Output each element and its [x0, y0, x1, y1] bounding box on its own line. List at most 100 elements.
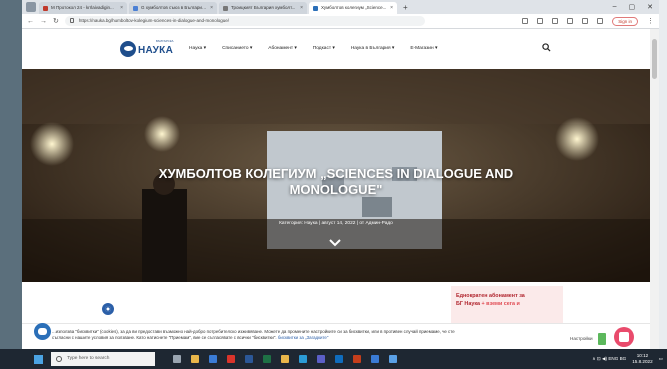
tab-strip: M Протокол 24 - krrlaivadigin... × G хумбо… — [39, 2, 399, 14]
tab-title: Троицкият България хумболт... — [231, 5, 296, 10]
share-icon[interactable] — [522, 18, 529, 24]
menu-item[interactable]: Е-Магазин ▾ — [410, 46, 437, 51]
page-scrollbar[interactable] — [650, 29, 659, 349]
puzzle-icon[interactable] — [567, 18, 574, 24]
taskbar-clock[interactable]: 10:12 15.8.2022 — [632, 353, 652, 365]
system-tray: ∧ ⊡ ◀) ENG BG 10:12 15.8.2022 ▭ — [592, 353, 663, 365]
edge-icon[interactable] — [299, 355, 307, 363]
article-category[interactable]: Категория: Наука — [279, 221, 317, 226]
tab-favicon-icon — [43, 5, 48, 11]
screen: M Протокол 24 - krrlaivadigin... × G хумбо… — [0, 0, 667, 369]
tab-close-icon[interactable]: × — [120, 2, 123, 14]
window-controls: – ▢ ✕ — [607, 3, 659, 14]
browser-tab[interactable]: Хумболтов колегиум „Science... × — [309, 2, 397, 14]
photos-icon[interactable] — [371, 355, 379, 363]
cookie-banner: ...използва "бисквитки" (cookies), за да… — [22, 323, 650, 349]
tab-title: G хумболтов съюз в България - С... — [141, 5, 208, 10]
powerpoint-icon[interactable] — [353, 355, 361, 363]
menu-item[interactable]: Наука ▾ — [189, 46, 206, 51]
taskbar-search-field[interactable]: Type here to search — [51, 352, 155, 366]
subscription-line2: БГ Наука + вземи сега и — [456, 300, 558, 308]
window-menu-icon[interactable] — [26, 2, 36, 12]
close-window-button[interactable]: ✕ — [647, 3, 653, 11]
extension-icon[interactable] — [552, 18, 559, 24]
onedrive-icon[interactable] — [389, 355, 397, 363]
article-title-line1: ХУМБОЛТОВ КОЛЕГИУМ „SCIENCES IN DIALOGUE… — [158, 166, 514, 181]
logo-subtitle: БЪЛГАРСКА — [156, 39, 174, 43]
article-date: | август 14, 2022 — [318, 221, 356, 226]
task-view-icon[interactable] — [173, 355, 181, 363]
logo-text: НАУКА — [138, 45, 174, 56]
minimize-button[interactable]: – — [613, 3, 617, 11]
chat-icon[interactable] — [34, 323, 51, 340]
tab-title: M Протокол 24 - krrlaivadigin... — [51, 5, 114, 10]
sidebar-icon[interactable] — [582, 18, 589, 24]
forward-icon[interactable]: → — [40, 18, 47, 25]
author-badge-icon — [102, 303, 114, 315]
cookie-message: ...използва "бисквитки" (cookies), за да… — [52, 329, 455, 340]
cookie-link[interactable]: бисквитки за „Загадките" — [278, 335, 329, 340]
article-meta: Категория: Наука | август 14, 2022 | от … — [22, 221, 650, 226]
tab-close-icon[interactable]: × — [210, 2, 213, 14]
browser-tab-bar: M Протокол 24 - krrlaivadigin... × G хумбо… — [22, 0, 659, 14]
acrobat-icon[interactable] — [227, 355, 235, 363]
tab-favicon-icon — [133, 5, 138, 11]
mail-icon[interactable] — [209, 355, 217, 363]
tray-icons[interactable]: ∧ ⊡ ◀) ENG BG — [592, 356, 626, 362]
tab-title: Хумболтов колегиум „Science... — [321, 5, 387, 10]
clock-date: 15.8.2022 — [632, 359, 653, 364]
tab-favicon-icon — [313, 5, 318, 11]
url-field[interactable]: https://nauka.bg/humboltov-kolegium-scie… — [64, 16, 425, 26]
subscription-accent: + вземи сега и — [481, 301, 520, 307]
article-title-line2: MONOLOGUE" — [289, 182, 383, 197]
search-icon[interactable] — [542, 43, 551, 52]
site-header: БЪЛГАРСКА НАУКА Наука ▾ Списанието ▾ Абона… — [22, 29, 650, 69]
browser-menu-icon[interactable]: ⋮ — [647, 17, 654, 25]
menu-item[interactable]: Подкаст ▾ — [313, 46, 335, 51]
taskbar-apps — [173, 355, 397, 363]
download-icon[interactable] — [597, 18, 604, 24]
back-icon[interactable]: ← — [27, 18, 34, 25]
bookmark-star-icon[interactable] — [537, 18, 544, 24]
notifications-icon[interactable]: ▭ — [659, 356, 663, 362]
maximize-button[interactable]: ▢ — [629, 3, 636, 11]
web-page: БЪЛГАРСКА НАУКА Наука ▾ Списанието ▾ Абона… — [22, 29, 650, 349]
address-toolbar: ← → ↻ https://nauka.bg/humboltov-kolegiu… — [22, 14, 659, 29]
file-explorer-icon[interactable] — [191, 355, 199, 363]
hero-banner: ХУМБОЛТОВ КОЛЕГИУМ „SCIENCES IN DIALOGUE… — [22, 69, 650, 282]
tab-favicon-icon — [223, 5, 228, 11]
browser-tools: Sign in ⋮ — [522, 16, 654, 26]
outlook-icon[interactable] — [335, 355, 343, 363]
chevron-down-icon[interactable] — [329, 239, 341, 247]
windows-start-icon[interactable] — [34, 354, 43, 364]
main-menu: Наука ▾ Списанието ▾ Абонамент ▾ Подкаст ▾ Н… — [189, 46, 453, 51]
cookie-accept-button[interactable] — [598, 333, 606, 345]
article-title: ХУМБОЛТОВ КОЛЕГИУМ „SCIENCES IN DIALOGUE… — [112, 166, 560, 198]
menu-item[interactable]: Наука в България ▾ — [351, 46, 395, 51]
browser-tab[interactable]: G хумболтов съюз в България - С...× — [129, 2, 217, 14]
tab-close-icon[interactable]: × — [300, 2, 303, 14]
menu-item[interactable]: Абонамент ▾ — [268, 46, 296, 51]
chrome-icon[interactable] — [281, 355, 289, 363]
new-tab-button[interactable]: + — [399, 3, 412, 14]
scrollbar-thumb[interactable] — [652, 39, 657, 79]
menu-item[interactable]: Списанието ▾ — [222, 46, 252, 51]
edge-sidebar — [659, 0, 667, 349]
windows-taskbar: Type here to search ∧ ⊡ ◀) ENG BG 10:12 … — [0, 349, 667, 369]
gift-icon[interactable] — [614, 327, 634, 347]
sign-in-button[interactable]: Sign in — [612, 16, 638, 26]
lock-icon — [69, 18, 74, 23]
cookie-settings-button[interactable]: Настройки — [570, 336, 593, 341]
tab-close-icon[interactable]: × — [390, 2, 393, 14]
browser-tab[interactable]: Троицкият България хумболт... × — [219, 2, 307, 14]
url-text: https://nauka.bg/humboltov-kolegium-scie… — [78, 18, 229, 23]
logo-mark-icon — [120, 41, 136, 57]
reload-icon[interactable]: ↻ — [53, 17, 59, 25]
teams-icon[interactable] — [317, 355, 325, 363]
browser-tab[interactable]: M Протокол 24 - krrlaivadigin... × — [39, 2, 127, 14]
excel-icon[interactable] — [263, 355, 271, 363]
site-logo[interactable]: БЪЛГАРСКА НАУКА — [120, 39, 174, 58]
article-author[interactable]: | от Админ-Радо — [357, 221, 393, 226]
subscription-brand: БГ Наука — [456, 301, 481, 307]
word-icon[interactable] — [245, 355, 253, 363]
